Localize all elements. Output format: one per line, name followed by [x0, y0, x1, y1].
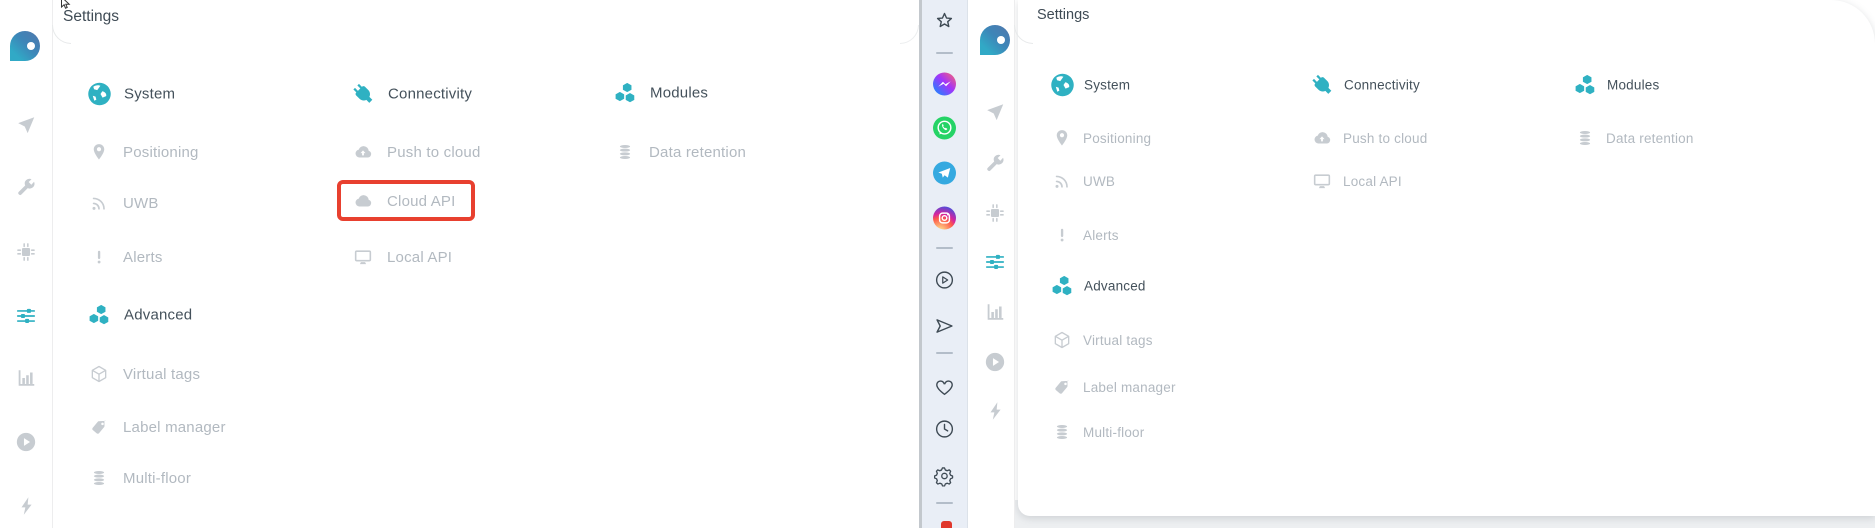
settings-card — [1018, 0, 1875, 516]
settings-item-virtual-tags[interactable]: Virtual tags — [86, 364, 200, 384]
settings-item-cloud-api[interactable]: Cloud API — [350, 191, 456, 211]
card-corner-arc — [52, 25, 71, 44]
wrench-icon[interactable] — [984, 152, 1006, 174]
settings-item-system[interactable]: System — [86, 81, 175, 108]
globe-icon — [1049, 72, 1076, 99]
screenshot-root: Settings System Positioning UWB Alerts A… — [0, 0, 1875, 528]
settings-item-positioning[interactable]: Positioning — [86, 142, 199, 162]
settings-item-connectivity[interactable]: Connectivity — [1309, 72, 1420, 99]
chip-icon[interactable] — [15, 241, 37, 263]
send-icon[interactable] — [934, 316, 955, 337]
settings-item-data-retention[interactable]: Data retention — [1572, 128, 1694, 148]
page-title: Settings — [1037, 7, 1089, 23]
settings-item-push-to-cloud[interactable]: Push to cloud — [350, 142, 481, 162]
database-icon — [1575, 128, 1595, 148]
cube-outline-icon — [89, 364, 109, 384]
heart-icon[interactable] — [934, 377, 955, 398]
instagram-icon[interactable] — [933, 207, 956, 230]
settings-item-multi-floor[interactable]: Multi-floor — [86, 468, 191, 488]
cloud-upload-icon — [1312, 128, 1332, 148]
wrench-icon[interactable] — [15, 176, 37, 198]
lightning-icon[interactable] — [985, 400, 1007, 422]
cube-outline-icon — [1052, 330, 1072, 350]
settings-item-local-api[interactable]: Local API — [1309, 171, 1402, 191]
map-pin-icon — [89, 142, 109, 162]
exclamation-icon — [89, 247, 109, 267]
play-icon[interactable] — [984, 351, 1006, 373]
dock-divider — [936, 247, 953, 249]
settings-item-alerts[interactable]: Alerts — [86, 247, 163, 267]
settings-item-push-to-cloud[interactable]: Push to cloud — [1309, 128, 1427, 148]
database-icon — [1052, 422, 1072, 442]
cloud-icon — [353, 191, 373, 211]
cubes-icon — [1572, 72, 1599, 99]
left-app-sidebar — [0, 0, 53, 528]
plug-icon — [350, 81, 377, 108]
play-circle-icon[interactable] — [934, 270, 955, 291]
tag-icon — [89, 417, 109, 437]
settings-item-modules[interactable]: Modules — [1572, 72, 1659, 99]
page-title: Settings — [63, 8, 119, 26]
gear-icon[interactable] — [934, 466, 955, 487]
database-icon — [89, 468, 109, 488]
tag-icon — [1052, 377, 1072, 397]
plug-icon — [1309, 72, 1336, 99]
settings-item-data-retention[interactable]: Data retention — [612, 142, 746, 162]
notification-dot-icon[interactable] — [941, 521, 952, 528]
monitor-icon — [353, 247, 373, 267]
cubes-icon — [86, 302, 113, 329]
settings-item-label-manager[interactable]: Label manager — [1049, 377, 1176, 397]
sliders-icon-active[interactable] — [15, 305, 37, 327]
settings-item-uwb[interactable]: UWB — [86, 193, 159, 213]
settings-item-label-manager[interactable]: Label manager — [86, 417, 226, 437]
map-pin-icon — [1052, 128, 1072, 148]
dock-divider — [936, 352, 953, 354]
play-icon[interactable] — [15, 431, 37, 453]
navigation-icon[interactable] — [15, 114, 37, 136]
database-icon — [615, 142, 635, 162]
monitor-icon — [1312, 171, 1332, 191]
settings-item-alerts[interactable]: Alerts — [1049, 225, 1119, 245]
whatsapp-icon[interactable] — [933, 117, 956, 140]
navigation-icon[interactable] — [984, 101, 1006, 123]
app-dock — [922, 0, 968, 528]
settings-item-local-api[interactable]: Local API — [350, 247, 452, 267]
telegram-icon[interactable] — [933, 162, 956, 185]
signal-icon — [1052, 171, 1072, 191]
settings-item-modules[interactable]: Modules — [612, 80, 708, 107]
bar-chart-icon[interactable] — [984, 301, 1006, 323]
settings-item-system[interactable]: System — [1049, 72, 1130, 99]
cloud-upload-icon — [353, 142, 373, 162]
settings-item-advanced[interactable]: Advanced — [86, 302, 192, 329]
sliders-icon-active[interactable] — [984, 251, 1006, 273]
app-logo[interactable] — [10, 31, 40, 61]
settings-item-virtual-tags[interactable]: Virtual tags — [1049, 330, 1153, 350]
lightning-icon[interactable] — [16, 495, 38, 517]
settings-item-multi-floor[interactable]: Multi-floor — [1049, 422, 1144, 442]
right-app-sidebar — [975, 0, 1015, 528]
dock-divider — [936, 52, 953, 54]
chip-icon[interactable] — [984, 202, 1006, 224]
settings-item-positioning[interactable]: Positioning — [1049, 128, 1151, 148]
card-corner-arc — [900, 25, 919, 44]
exclamation-icon — [1052, 225, 1072, 245]
clock-icon[interactable] — [934, 419, 955, 440]
signal-icon — [89, 193, 109, 213]
bar-chart-icon[interactable] — [15, 367, 37, 389]
app-logo[interactable] — [980, 25, 1010, 55]
cubes-icon — [1049, 273, 1076, 300]
settings-item-uwb[interactable]: UWB — [1049, 171, 1115, 191]
cubes-icon — [612, 80, 639, 107]
favorites-star-icon[interactable] — [934, 11, 955, 32]
settings-item-advanced[interactable]: Advanced — [1049, 273, 1146, 300]
dock-divider — [936, 502, 953, 504]
messenger-icon[interactable] — [933, 73, 956, 96]
globe-icon — [86, 81, 113, 108]
settings-item-connectivity[interactable]: Connectivity — [350, 81, 472, 108]
